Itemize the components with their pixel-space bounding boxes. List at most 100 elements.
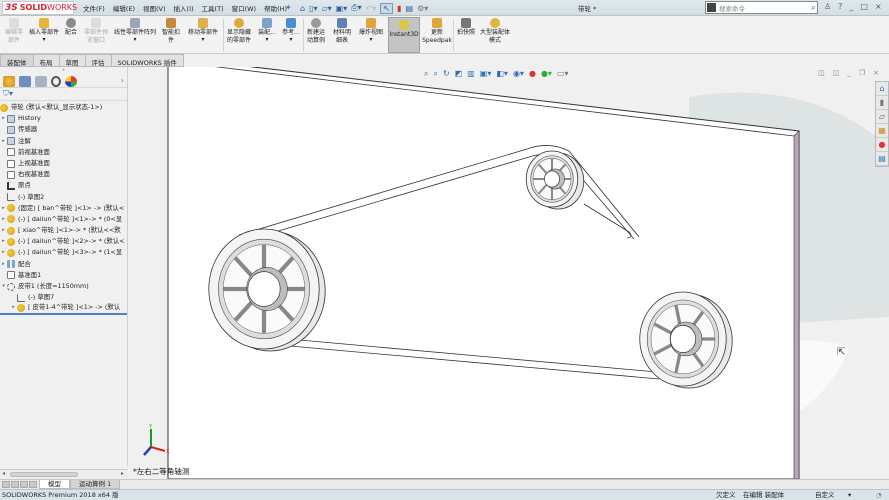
next-tab-icon[interactable] (20, 481, 28, 488)
select-icon[interactable]: ↖ (380, 2, 394, 14)
search-input[interactable]: 搜索命令 (719, 3, 745, 13)
viewport-restore-icon[interactable]: ❐ (859, 69, 865, 77)
take-snapshot-button[interactable]: 拍快照 (455, 18, 477, 37)
tab-model[interactable]: 模型 (39, 480, 70, 489)
mate-button[interactable]: 配合 (63, 18, 79, 37)
expand-arrow-icon[interactable]: ▸ (0, 236, 7, 247)
view-settings-icon[interactable]: ▭▾ (557, 69, 569, 79)
tree-node[interactable]: ▸ (-) [ dailun^带轮 ]<2>-> * (默认< (0, 236, 127, 247)
custom-properties-icon[interactable]: ▤ (876, 152, 888, 166)
tree-node[interactable]: ▸ History (0, 113, 127, 124)
units-selector[interactable]: 自定义 (815, 490, 835, 500)
menu-tools[interactable]: 工具(T) (201, 3, 225, 13)
smart-fasteners-button[interactable]: 智能扣件 (160, 18, 182, 45)
new-motion-study-button[interactable]: 新建运动算例 (305, 18, 327, 45)
tree-node[interactable]: ▸ (固定) [ ban^带轮 ]<1> -> (默认< (0, 203, 127, 214)
new-document-icon[interactable]: ▯▾ (309, 4, 317, 13)
scroll-right-icon[interactable]: ▸ (121, 470, 124, 477)
save-icon[interactable]: ▣▾ (336, 4, 348, 13)
file-properties-icon[interactable]: ▤ (406, 4, 414, 13)
collapse-arrow-icon[interactable]: ▾ (0, 281, 7, 292)
tab-layout[interactable]: 布局 (33, 54, 60, 67)
scroll-left-icon[interactable]: ◂ (2, 470, 5, 477)
tree-node[interactable]: (-) 草图7 (0, 292, 127, 303)
small-pulley[interactable] (525, 150, 585, 210)
menu-view[interactable]: 视图(V) (142, 3, 167, 13)
filter-icon[interactable]: ⛉▾ (0, 88, 127, 101)
minimize-button[interactable]: _ (849, 2, 853, 11)
chevron-right-icon[interactable]: › (121, 76, 124, 87)
display-style-icon[interactable]: ◧▾ (496, 69, 508, 79)
component-preview-button[interactable]: 零部件预览窗口 (82, 18, 110, 45)
apply-scene-icon[interactable]: ●▾ (541, 69, 552, 79)
tree-node[interactable]: 基准面1 (0, 270, 127, 281)
view-palette-icon[interactable]: ▦ (876, 124, 888, 138)
options-gear-icon[interactable]: ⚙▾ (417, 4, 428, 13)
menu-insert[interactable]: 插入(I) (173, 3, 195, 13)
expand-arrow-icon[interactable]: ▸ (0, 203, 7, 214)
tree-node[interactable]: ▾ 皮带1 (长度=1150mm) (0, 281, 127, 292)
large-pulley[interactable] (208, 228, 326, 352)
help-button[interactable]: ? (838, 2, 842, 11)
restore-button[interactable]: □ (860, 2, 868, 11)
tree-node[interactable]: 传感器 (0, 124, 127, 135)
panel-collapse-handle[interactable]: • (0, 67, 127, 75)
bill-of-materials-button[interactable]: 材料明细表 (331, 18, 353, 45)
tree-node[interactable]: 上视基准面 (0, 158, 127, 169)
tab-assembly[interactable]: 装配体 (0, 54, 34, 67)
tab-addins[interactable]: SOLIDWORKS 插件 (111, 54, 184, 67)
show-hidden-components-button[interactable]: 显示隐藏的零部件 (225, 18, 253, 45)
dimxpert-tab-icon[interactable] (51, 75, 61, 87)
search-commands[interactable]: 搜索命令 ⌕ (705, 1, 818, 14)
update-speedpak-button[interactable]: 更新Speedpak (422, 18, 452, 45)
expand-arrow-icon[interactable]: ▸ (0, 113, 7, 124)
tree-node[interactable]: ▸ [ 皮带1-4^带轮 ]<1> -> (默认 (0, 303, 127, 315)
solidworks-logo[interactable]: 3S SOLIDWORKS (2, 1, 77, 15)
prev-tab-icon[interactable] (11, 481, 19, 488)
design-library-icon[interactable]: ▮ (876, 96, 888, 110)
move-component-button[interactable]: 移动零部件 ▾ (185, 18, 221, 43)
linear-pattern-button[interactable]: 线性零部件阵列 ▾ (112, 18, 158, 43)
menu-edit[interactable]: 编辑(E) (112, 3, 136, 13)
close-button[interactable]: × (875, 2, 882, 11)
large-assembly-mode-button[interactable]: 大型装配体模式 (480, 18, 510, 45)
graphics-area[interactable]: Y X ⌕ ⌕ ↻ ◩ ▥ ▣▾ ◧▾ ◉▾ ● ●▾ ▭▾ ◫ ◫ _ ❐ ×… (129, 67, 889, 479)
viewport-close-icon[interactable]: × (873, 69, 879, 77)
horizontal-scrollbar[interactable]: ◂ ▸ (0, 469, 128, 478)
previous-view-icon[interactable]: ↻ (443, 69, 450, 79)
tab-sketch[interactable]: 草图 (59, 54, 86, 67)
hide-show-items-icon[interactable]: ◉▾ (513, 69, 524, 79)
tree-node[interactable]: ▸ 注解 (0, 136, 127, 147)
tree-node[interactable]: ▸ (-) [ dailun^带轮 ]<3>-> * (1<显 (0, 247, 127, 258)
expand-arrow-icon[interactable]: ▸ (0, 247, 7, 258)
last-tab-icon[interactable] (29, 481, 37, 488)
tab-motion-study-1[interactable]: 运动算例 1 (70, 480, 121, 489)
property-manager-tab-icon[interactable] (19, 75, 31, 87)
tree-node[interactable]: ▸ [ xiao^带轮 ]<1>-> * (默认<<默 (0, 225, 127, 236)
tree-node[interactable]: 前视基准面 (0, 147, 127, 158)
expand-arrow-icon[interactable]: ▸ (0, 214, 7, 225)
search-icon[interactable]: ⌕ (811, 3, 816, 13)
configuration-manager-tab-icon[interactable] (35, 75, 47, 87)
tree-node[interactable]: ▸ (-) [ dailun^带轮 ]<1>-> * (0<显 (0, 214, 127, 225)
zoom-to-fit-icon[interactable]: ⌕ (424, 69, 428, 79)
split-right-icon[interactable]: ◫ (833, 69, 840, 77)
pin-icon[interactable]: ✦ (285, 3, 292, 12)
right-pulley[interactable] (639, 291, 733, 389)
instant3d-button[interactable]: Instant3D (388, 17, 420, 53)
tree-node[interactable]: 原点 (0, 180, 127, 191)
solidworks-resources-icon[interactable]: ⌂ (876, 82, 888, 96)
split-left-icon[interactable]: ◫ (818, 69, 825, 77)
rebuild-icon[interactable]: ▮ (397, 4, 401, 13)
first-tab-icon[interactable] (2, 481, 10, 488)
reference-geometry-button[interactable]: 参考... ▾ (281, 18, 301, 43)
menu-file[interactable]: 文件(F) (82, 3, 106, 13)
expand-arrow-icon[interactable]: ▸ (0, 259, 7, 270)
comment-icon[interactable]: ◔ (876, 490, 882, 500)
open-icon[interactable]: ▱▾ (322, 4, 332, 13)
exploded-view-button[interactable]: 爆炸视图 ▾ (357, 18, 385, 43)
appearances-icon[interactable]: ● (876, 138, 888, 152)
viewport-minimize-icon[interactable]: _ (847, 69, 851, 77)
units-dropdown-icon[interactable]: ▾ (848, 490, 851, 500)
tree-node[interactable]: (-) 草图2 (0, 192, 127, 203)
